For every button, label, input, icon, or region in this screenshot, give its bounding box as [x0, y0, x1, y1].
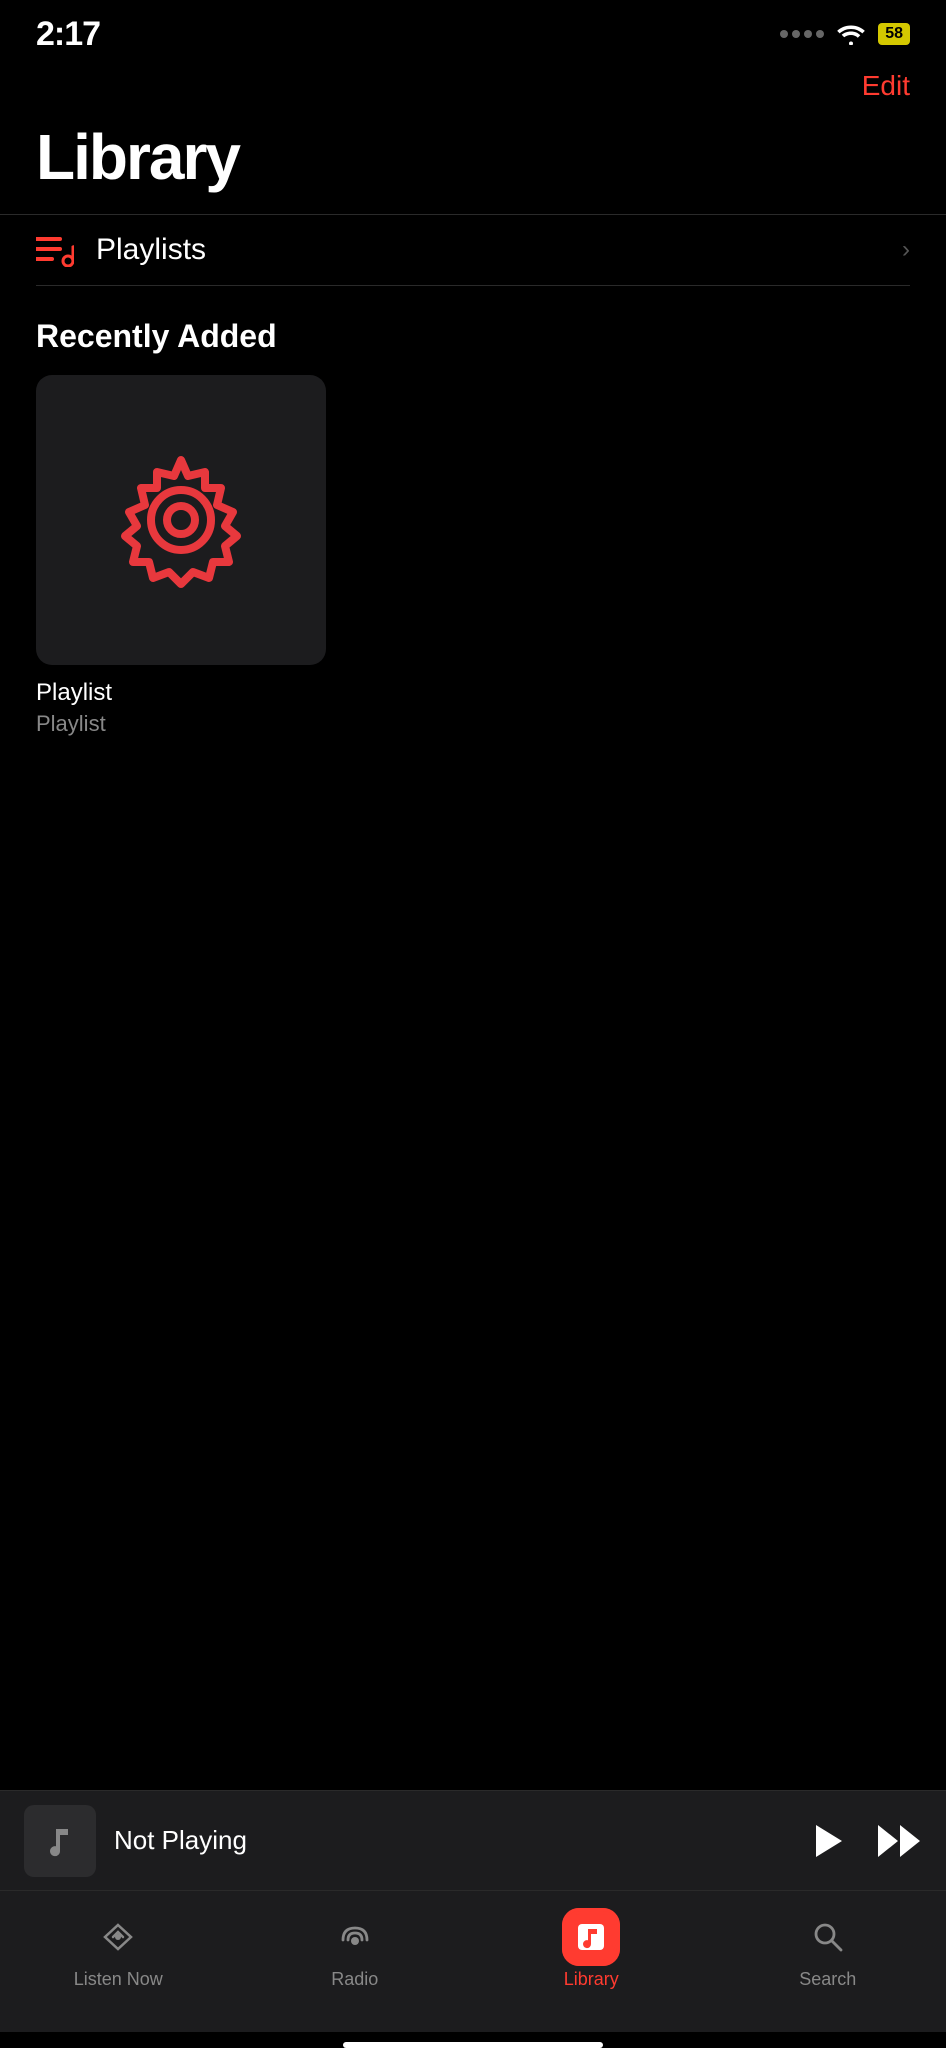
header: Edit — [0, 60, 946, 110]
list-item[interactable]: Playlist Playlist — [36, 375, 326, 737]
home-indicator — [343, 2042, 603, 2048]
status-bar: 2:17 58 — [0, 0, 946, 60]
playlists-nav-row[interactable]: Playlists › — [0, 214, 946, 285]
playlists-chevron-icon: › — [902, 236, 910, 264]
mini-player[interactable]: Not Playing — [0, 1790, 946, 1890]
mini-player-title: Not Playing — [114, 1825, 790, 1856]
tab-library[interactable]: Library — [473, 1905, 710, 1996]
tab-search-label: Search — [799, 1969, 856, 1990]
search-icon — [802, 1911, 854, 1963]
main-spacer — [0, 737, 946, 1790]
page-title-section: Library — [0, 110, 946, 214]
tab-radio[interactable]: Radio — [237, 1905, 474, 1996]
forward-button[interactable] — [876, 1821, 922, 1861]
playlists-icon — [36, 233, 74, 267]
tab-listen-now-label: Listen Now — [74, 1969, 163, 1990]
album-grid: Playlist Playlist — [0, 375, 946, 737]
playlists-label: Playlists — [96, 233, 902, 267]
tab-listen-now[interactable]: Listen Now — [0, 1905, 237, 1996]
album-name: Playlist — [36, 679, 326, 707]
signal-icon — [780, 30, 824, 38]
library-icon — [565, 1911, 617, 1963]
wifi-icon — [836, 23, 866, 45]
tab-search[interactable]: Search — [710, 1905, 946, 1996]
recently-added-title: Recently Added — [0, 286, 946, 375]
album-type: Playlist — [36, 711, 326, 737]
mini-player-controls — [808, 1821, 922, 1861]
listen-now-icon — [92, 1911, 144, 1963]
battery-icon: 58 — [878, 23, 910, 45]
radio-icon — [329, 1911, 381, 1963]
status-icons: 58 — [780, 23, 910, 45]
play-button[interactable] — [808, 1821, 848, 1861]
tab-bar: Listen Now Radio Library — [0, 1890, 946, 2032]
tab-radio-label: Radio — [331, 1969, 378, 1990]
mini-player-artwork — [24, 1805, 96, 1877]
library-title: Library — [36, 120, 910, 194]
edit-button[interactable]: Edit — [862, 70, 910, 102]
album-artwork — [36, 375, 326, 665]
tab-library-label: Library — [564, 1969, 619, 1990]
status-time: 2:17 — [36, 15, 100, 54]
